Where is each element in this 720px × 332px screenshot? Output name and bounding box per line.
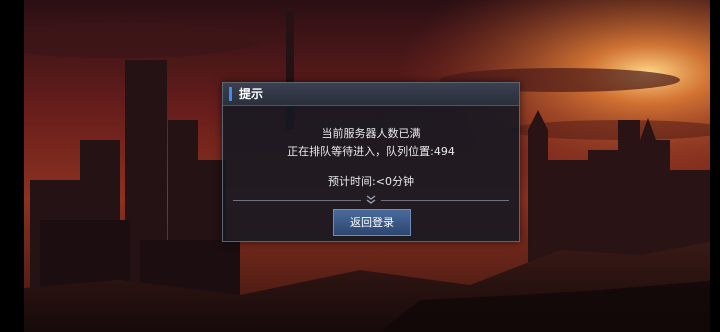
divider-left [233, 200, 361, 201]
dialog-title: 提示 [239, 87, 264, 101]
server-full-message: 当前服务器人数已满 [321, 127, 421, 140]
screen-edge-right [710, 0, 720, 332]
dialog-header: 提示 [223, 83, 519, 106]
queue-position-message: 正在排队等待进入，队列位置:494 [287, 145, 455, 158]
return-to-login-button[interactable]: 返回登录 [333, 209, 411, 236]
estimated-time-message: 预计时间:<0分钟 [328, 175, 414, 188]
queue-dialog: 提示 当前服务器人数已满 正在排队等待进入，队列位置:494 预计时间:<0分钟… [222, 82, 520, 242]
divider-right [381, 200, 509, 201]
game-screen: 提示 当前服务器人数已满 正在排队等待进入，队列位置:494 预计时间:<0分钟… [0, 0, 720, 332]
header-accent-bar [229, 87, 232, 101]
screen-edge-left [0, 0, 24, 332]
chevron-down-double-icon [366, 195, 376, 204]
